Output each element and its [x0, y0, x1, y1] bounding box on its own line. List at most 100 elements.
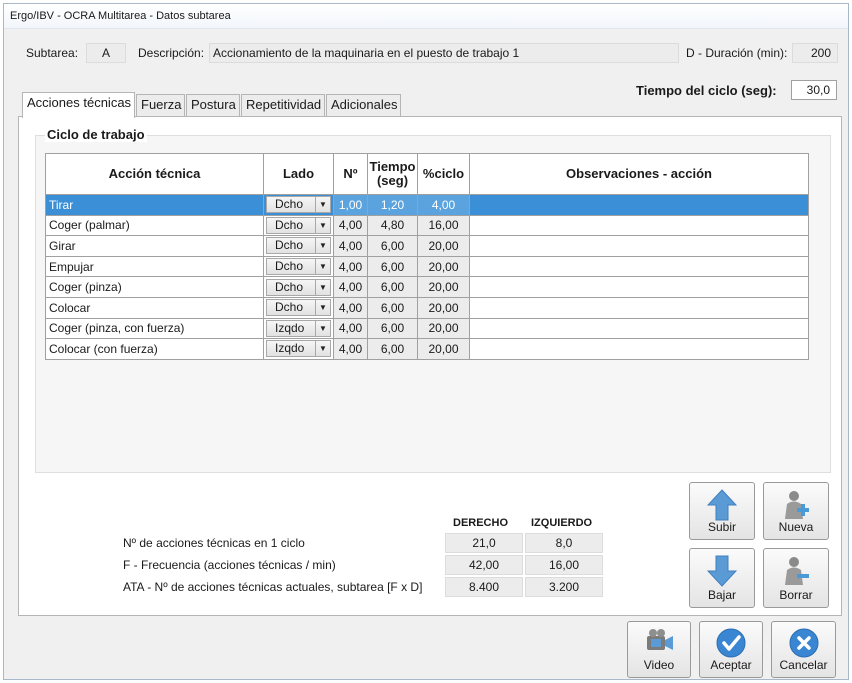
action-cell[interactable]: Colocar [45, 296, 264, 319]
observations-cell[interactable] [469, 194, 809, 216]
action-cell[interactable]: Coger (pinza) [45, 276, 264, 298]
count-cell[interactable]: 4,00 [333, 235, 368, 257]
table-row[interactable]: Empujar Dcho ▼ 4,00 6,00 20,00 [45, 255, 809, 278]
title-bar: Ergo/IBV - OCRA Multitarea - Datos subta… [4, 4, 848, 29]
observations-cell[interactable] [469, 276, 809, 298]
chevron-down-icon[interactable]: ▼ [315, 217, 330, 233]
cycle-time-label: Tiempo del ciclo (seg): [636, 83, 777, 98]
side-select[interactable]: Dcho ▼ [266, 299, 331, 317]
chevron-down-icon[interactable]: ▼ [315, 279, 330, 295]
table-row[interactable]: Girar Dcho ▼ 4,00 6,00 20,00 [45, 235, 809, 257]
header-side: Lado [263, 153, 334, 195]
count-cell[interactable]: 4,00 [333, 276, 368, 298]
observations-cell[interactable] [469, 338, 809, 360]
close-icon [789, 628, 818, 658]
summary-actions-right: 21,0 [445, 533, 523, 553]
summary-header-right: DERECHO [453, 517, 509, 529]
table-row[interactable]: Coger (palmar) Dcho ▼ 4,00 4,80 16,00 [45, 214, 809, 237]
side-select[interactable]: Dcho ▼ [266, 237, 331, 255]
chevron-down-icon[interactable]: ▼ [315, 341, 330, 357]
header-percent: %ciclo [417, 153, 470, 195]
tab-fuerza[interactable]: Fuerza [136, 94, 185, 116]
side-select[interactable]: Dcho ▼ [266, 196, 331, 214]
side-select[interactable]: Izqdo ▼ [266, 340, 331, 358]
side-select[interactable]: Dcho ▼ [266, 278, 331, 296]
side-select[interactable]: Izqdo ▼ [266, 319, 331, 337]
tab-acciones-tecnicas[interactable]: Acciones técnicas [22, 92, 135, 118]
side-select[interactable]: Dcho ▼ [266, 216, 331, 234]
action-cell[interactable]: Colocar (con fuerza) [45, 338, 264, 360]
move-down-button[interactable]: Bajar [689, 548, 755, 608]
chevron-down-icon[interactable]: ▼ [315, 197, 330, 213]
window-title: Ergo/IBV - OCRA Multitarea - Datos subta… [10, 10, 231, 22]
cancel-button[interactable]: Cancelar [771, 621, 836, 678]
table-row[interactable]: Tirar Dcho ▼ 1,00 1,20 4,00 [45, 194, 809, 216]
count-cell[interactable]: 4,00 [333, 338, 368, 360]
time-cell[interactable]: 6,00 [367, 235, 418, 257]
table-row[interactable]: Coger (pinza) Dcho ▼ 4,00 6,00 20,00 [45, 276, 809, 298]
action-cell[interactable]: Tirar [45, 194, 264, 216]
summary-label-actions: Nº de acciones técnicas en 1 ciclo [123, 536, 305, 550]
chevron-down-icon[interactable]: ▼ [315, 259, 330, 275]
move-down-label: Bajar [707, 588, 736, 602]
description-label: Descripción: [138, 46, 205, 60]
time-cell[interactable]: 6,00 [367, 338, 418, 360]
remove-person-icon [785, 557, 809, 585]
tab-repetitividad[interactable]: Repetitividad [241, 94, 325, 116]
accept-button[interactable]: Aceptar [699, 621, 763, 678]
observations-cell[interactable] [469, 296, 809, 319]
move-up-button[interactable]: Subir [689, 482, 755, 540]
delete-action-button[interactable]: Borrar [763, 548, 829, 608]
time-cell[interactable]: 1,20 [367, 194, 418, 216]
side-value: Dcho [275, 259, 304, 274]
actions-table: Acción técnica Lado Nº Tiempo (seg) %cic… [45, 153, 809, 360]
new-action-button[interactable]: Nueva [763, 482, 829, 540]
observations-cell[interactable] [469, 317, 809, 340]
count-cell[interactable]: 4,00 [333, 214, 368, 237]
summary-header-left: IZQUIERDO [531, 517, 593, 529]
summary-frequency-left: 16,00 [525, 555, 603, 575]
count-cell[interactable]: 1,00 [333, 194, 368, 216]
move-up-label: Subir [707, 520, 736, 534]
time-cell[interactable]: 4,80 [367, 214, 418, 237]
chevron-down-icon[interactable]: ▼ [315, 320, 330, 336]
side-value: Izqdo [275, 341, 305, 356]
count-cell[interactable]: 4,00 [333, 296, 368, 319]
checkmark-icon [716, 628, 746, 658]
time-cell[interactable]: 6,00 [367, 276, 418, 298]
chevron-down-icon[interactable]: ▼ [315, 238, 330, 254]
video-button[interactable]: Video [627, 621, 691, 678]
duration-field: 200 [792, 43, 838, 63]
tab-postura[interactable]: Postura [186, 94, 240, 116]
header-time: Tiempo (seg) [367, 153, 418, 195]
video-camera-icon [647, 629, 673, 650]
time-cell[interactable]: 6,00 [367, 317, 418, 340]
side-select[interactable]: Dcho ▼ [266, 258, 331, 276]
tab-adicionales[interactable]: Adicionales [326, 94, 401, 116]
action-cell[interactable]: Coger (palmar) [45, 214, 264, 237]
action-cell[interactable]: Empujar [45, 255, 264, 278]
observations-cell[interactable] [469, 235, 809, 257]
time-cell[interactable]: 6,00 [367, 296, 418, 319]
summary-label-ata: ATA - Nº de acciones técnicas actuales, … [123, 580, 423, 594]
table-row[interactable]: Colocar (con fuerza) Izqdo ▼ 4,00 6,00 20… [45, 338, 809, 360]
chevron-down-icon[interactable]: ▼ [315, 300, 330, 316]
subtask-field: A [86, 43, 126, 63]
cycle-time-input[interactable]: 30,0 [791, 80, 837, 100]
table-row[interactable]: Coger (pinza, con fuerza) Izqdo ▼ 4,00 6,… [45, 317, 809, 340]
table-row[interactable]: Colocar Dcho ▼ 4,00 6,00 20,00 [45, 296, 809, 319]
side-value: Izqdo [275, 320, 305, 335]
header-action: Acción técnica [45, 153, 264, 195]
action-cell[interactable]: Girar [45, 235, 264, 257]
count-cell[interactable]: 4,00 [333, 255, 368, 278]
action-cell[interactable]: Coger (pinza, con fuerza) [45, 317, 264, 340]
video-label: Video [643, 658, 675, 672]
observations-cell[interactable] [469, 255, 809, 278]
header-count: Nº [333, 153, 368, 195]
summary-frequency-right: 42,00 [445, 555, 523, 575]
count-cell[interactable]: 4,00 [333, 317, 368, 340]
time-cell[interactable]: 6,00 [367, 255, 418, 278]
observations-cell[interactable] [469, 214, 809, 237]
percent-cell: 20,00 [417, 296, 470, 319]
summary-ata-left: 3.200 [525, 577, 603, 597]
